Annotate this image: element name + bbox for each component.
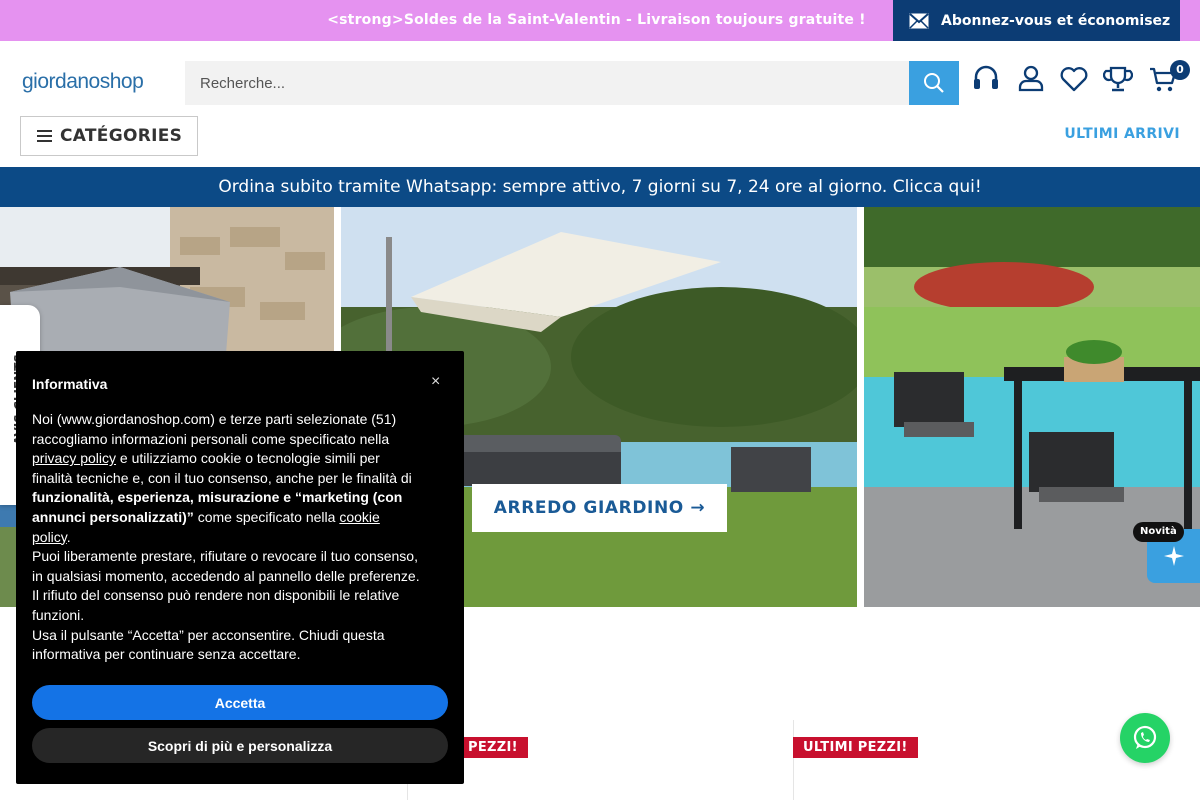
cart-count-badge: 0 xyxy=(1170,60,1190,80)
mail-icon xyxy=(909,12,929,29)
headset-icon[interactable] xyxy=(971,64,1001,94)
privacy-policy-link[interactable]: privacy policy xyxy=(32,450,116,466)
sparkle-icon xyxy=(1163,546,1184,566)
search-button[interactable] xyxy=(909,61,959,105)
customize-button[interactable]: Scopri di più e personalizza xyxy=(32,728,448,763)
subscribe-label: Abonnez-vous et économisez xyxy=(941,12,1171,29)
cookie-consent-modal: Informativa × Noi (www.giordanoshop.com)… xyxy=(16,351,464,784)
cookie-body: Noi (www.giordanoshop.com) e terze parti… xyxy=(32,410,422,665)
cookie-text: come specificato nella xyxy=(193,508,340,525)
announcement-text[interactable]: <strong>Soldes de la Saint-Valentin - Li… xyxy=(0,0,893,69)
heart-icon[interactable] xyxy=(1059,64,1089,94)
whatsapp-icon xyxy=(1133,725,1157,749)
novita-label: Novità xyxy=(1133,522,1184,542)
cookie-paragraph-2: Puoi liberamente prestare, rifiutare o r… xyxy=(32,548,420,623)
trophy-icon[interactable] xyxy=(1103,64,1133,94)
cookie-paragraph-1: Noi (www.giordanoshop.com) e terze parti… xyxy=(32,410,422,547)
search-input[interactable] xyxy=(185,61,909,105)
subscribe-button[interactable]: Abonnez-vous et économisez xyxy=(893,0,1180,41)
sale-badge: PEZZI! xyxy=(458,737,528,758)
cookie-title: Informativa xyxy=(32,376,108,392)
search-icon xyxy=(924,73,944,93)
accept-button[interactable]: Accetta xyxy=(32,685,448,720)
close-icon[interactable]: × xyxy=(431,373,440,391)
site-logo[interactable]: giordanoshop xyxy=(22,70,144,94)
whatsapp-chat-button[interactable] xyxy=(1120,713,1170,763)
hero-cta-arredo-giardino[interactable]: ARREDO GIARDINO → xyxy=(472,484,727,532)
product-column-divider xyxy=(793,720,794,800)
categories-button[interactable]: CATÉGORIES xyxy=(20,116,198,156)
whatsapp-promo-bar[interactable]: Ordina subito tramite Whatsapp: sempre a… xyxy=(0,167,1200,207)
nav-ultimi-arrivi[interactable]: ULTIMI ARRIVI xyxy=(1064,126,1180,142)
menu-icon xyxy=(37,130,52,142)
announcement-bar: <strong>Soldes de la Saint-Valentin - Li… xyxy=(0,0,1200,69)
cookie-paragraph-3: Usa il pulsante “Accetta” per acconsenti… xyxy=(32,626,385,663)
sale-badge: ULTIMI PEZZI! xyxy=(793,737,918,758)
categories-label: CATÉGORIES xyxy=(60,126,183,146)
cookie-text: Noi (www.giordanoshop.com) e terze parti… xyxy=(32,411,397,447)
user-icon[interactable] xyxy=(1016,64,1046,94)
cookie-text: . xyxy=(66,528,71,545)
